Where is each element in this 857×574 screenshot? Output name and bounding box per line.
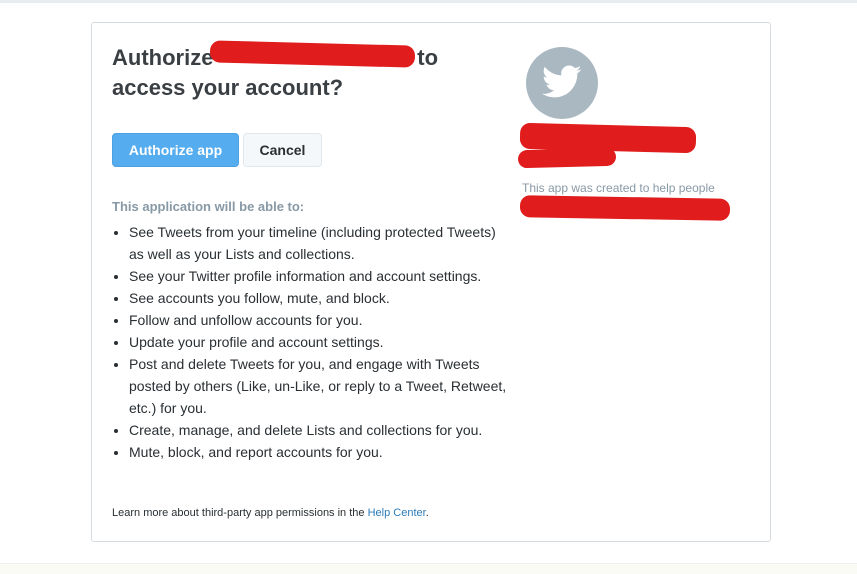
- permission-item: Follow and unfollow accounts for you.: [129, 309, 509, 331]
- authorize-dialog: Authorize r to access your account? Auth…: [91, 22, 771, 542]
- twitter-bird-icon: [542, 65, 582, 98]
- top-border: [0, 0, 857, 3]
- title-part-1: Authorize: [112, 45, 214, 70]
- permissions-list: See Tweets from your timeline (including…: [112, 221, 509, 463]
- bottom-border: [0, 563, 857, 574]
- permission-item: See accounts you follow, mute, and block…: [129, 287, 509, 309]
- learn-more-period: .: [425, 507, 429, 519]
- help-center-link[interactable]: Help Center: [368, 507, 426, 519]
- title-part-3: access your account?: [112, 75, 344, 100]
- app-description-redaction: [519, 195, 731, 221]
- permissions-heading: This application will be able to:: [112, 199, 305, 214]
- learn-more-text: Learn more about third-party app permiss…: [112, 507, 429, 519]
- learn-more-label: Learn more about third-party app permiss…: [112, 507, 365, 519]
- cancel-button[interactable]: Cancel: [243, 133, 322, 167]
- permission-item: Post and delete Tweets for you, and enga…: [129, 353, 509, 419]
- app-avatar: [526, 47, 598, 119]
- app-handle-redaction: [517, 147, 617, 169]
- authorize-app-button[interactable]: Authorize app: [112, 133, 239, 167]
- permission-item: See Tweets from your timeline (including…: [129, 221, 509, 265]
- permission-item: See your Twitter profile information and…: [129, 265, 509, 287]
- permission-item: Create, manage, and delete Lists and col…: [129, 419, 509, 441]
- permission-item: Mute, block, and report accounts for you…: [129, 441, 509, 463]
- app-description: This app was created to help people: [522, 181, 715, 195]
- permission-item: Update your profile and account settings…: [129, 331, 509, 353]
